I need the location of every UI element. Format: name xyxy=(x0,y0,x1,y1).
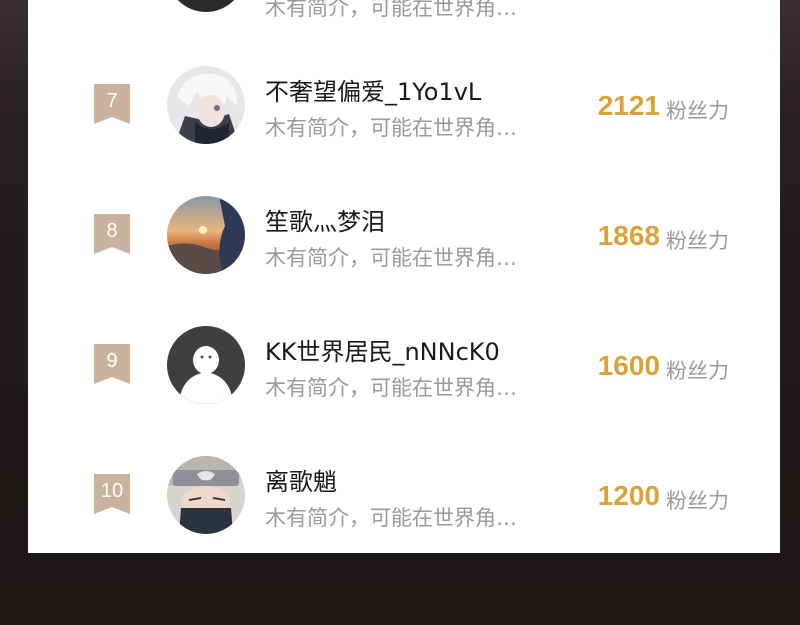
user-name[interactable]: KK世界居民_nNNcK0 xyxy=(265,332,500,367)
rank-badge: 10 xyxy=(94,474,130,514)
user-bio: 木有简介，可能在世界角… xyxy=(265,376,517,400)
rank-badge: 8 xyxy=(94,214,130,254)
list-item[interactable]: 9 KK世界居民_nNNcK0 木有简介，可能在世界角… 1600 粉丝力 xyxy=(28,308,780,438)
user-bio: 木有简介，可能在世界角… xyxy=(265,506,517,530)
user-name[interactable]: 离歌魈 xyxy=(265,462,337,497)
list-item[interactable]: 7 不奢望偏爱_1Yo1vL 木有简介，可能在世界角… 2121 粉丝力 xyxy=(28,48,780,178)
avatar[interactable] xyxy=(167,0,245,12)
fan-power-label: 粉丝力 xyxy=(666,489,729,513)
fan-power-label: 粉丝力 xyxy=(666,359,729,383)
user-name[interactable]: 不奢望偏爱_1Yo1vL xyxy=(265,72,481,107)
anime-masked-ninja-avatar-icon[interactable] xyxy=(167,456,245,534)
user-bio: 木有简介，可能在世界角… xyxy=(265,0,517,20)
sunset-landscape-avatar-icon[interactable] xyxy=(167,196,245,274)
fan-power-value: 2121 xyxy=(597,90,660,121)
fan-power-value: 1600 xyxy=(597,350,660,381)
list-item[interactable]: 10 离歌魈 木有简介，可能在世界角… 1200 粉丝力 xyxy=(28,438,780,553)
user-bio: 木有简介，可能在世界角… xyxy=(265,246,517,270)
anime-white-hair-avatar-icon[interactable] xyxy=(167,66,245,144)
fan-power-label: 粉丝力 xyxy=(666,99,729,123)
fan-ranking-panel: 木有简介，可能在世界角… 7 不奢望偏爱_1Yo1vL 木有简介，可能在世界角…… xyxy=(28,0,780,553)
rank-badge: 9 xyxy=(94,344,130,384)
default-user-avatar-icon[interactable] xyxy=(167,326,245,404)
fan-power-value: 1200 xyxy=(597,480,660,511)
fan-power-value: 1868 xyxy=(597,220,660,251)
user-name[interactable]: 笙歌灬梦泪 xyxy=(265,202,385,237)
rank-badge: 7 xyxy=(94,84,130,124)
user-bio: 木有简介，可能在世界角… xyxy=(265,116,517,140)
list-item[interactable]: 8 笙歌灬梦泪 木有简介，可能在世界角… 1868 粉丝力 xyxy=(28,178,780,308)
fan-power-label: 粉丝力 xyxy=(666,229,729,253)
